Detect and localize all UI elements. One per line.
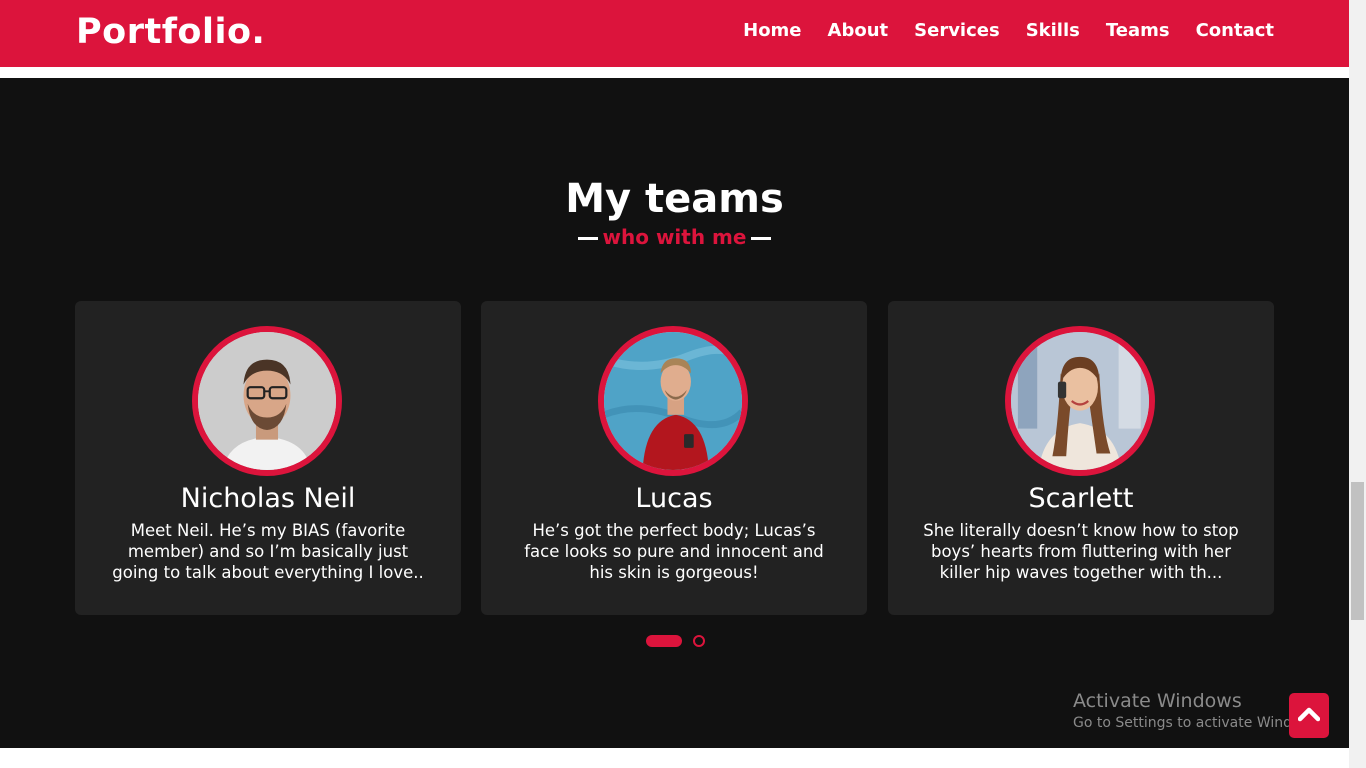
scrollbar-thumb[interactable] — [1351, 482, 1364, 620]
member-description: He’s got the perfect body; Lucas’s face … — [524, 521, 824, 582]
subtitle-right-line — [751, 237, 772, 240]
windows-activation-watermark: Activate Windows Go to Settings to activ… — [1073, 690, 1324, 733]
man-red-sweater-photo-icon — [598, 326, 748, 476]
team-carousel: Nicholas Neil Meet Neil. He’s my BIAS (f… — [75, 301, 1274, 615]
carousel-dot-active[interactable] — [646, 635, 682, 647]
carousel-dot[interactable] — [693, 635, 705, 647]
subtitle-left-line — [577, 237, 598, 240]
teams-section: My teams who with me Nicholas Neil Meet … — [0, 78, 1349, 748]
page-scrollbar[interactable] — [1349, 0, 1366, 768]
navbar: Portfolio. Home About Services Skills Te… — [0, 0, 1349, 67]
nav-item-skills[interactable]: Skills — [1026, 20, 1080, 41]
member-description: She literally doesn’t know how to stop b… — [923, 521, 1239, 582]
team-card: Scarlett She literally doesn’t know how … — [888, 301, 1274, 615]
page: Portfolio. Home About Services Skills Te… — [0, 0, 1366, 768]
carousel-pagination — [646, 635, 705, 647]
subtitle-text: who with me — [602, 225, 747, 249]
scroll-to-top-button[interactable] — [1289, 693, 1329, 738]
activation-title: Activate Windows — [1073, 690, 1242, 712]
member-name: Nicholas Neil — [180, 483, 356, 514]
woman-phone-photo-icon — [1005, 326, 1155, 476]
nav-item-teams[interactable]: Teams — [1106, 20, 1170, 41]
nav-item-contact[interactable]: Contact — [1196, 20, 1274, 41]
chevron-up-icon — [1297, 706, 1321, 726]
nav-item-home[interactable]: Home — [743, 20, 801, 41]
member-name: Scarlett — [1028, 483, 1134, 514]
activation-subtitle: Go to Settings to activate Windows. — [1073, 715, 1324, 731]
team-card: Lucas He’s got the perfect body; Lucas’s… — [481, 301, 867, 615]
member-name: Lucas — [635, 483, 713, 514]
nav-menu: Home About Services Skills Teams Contact — [743, 20, 1274, 41]
section-subtitle: who with me — [0, 225, 1349, 249]
logo[interactable]: Portfolio. — [76, 12, 265, 52]
section-title: My teams — [565, 176, 784, 222]
team-card: Nicholas Neil Meet Neil. He’s my BIAS (f… — [75, 301, 461, 615]
nav-item-about[interactable]: About — [828, 20, 889, 41]
man-glasses-photo-icon — [192, 326, 342, 476]
member-description: Meet Neil. He’s my BIAS (favorite member… — [112, 521, 424, 582]
nav-item-services[interactable]: Services — [914, 20, 1000, 41]
